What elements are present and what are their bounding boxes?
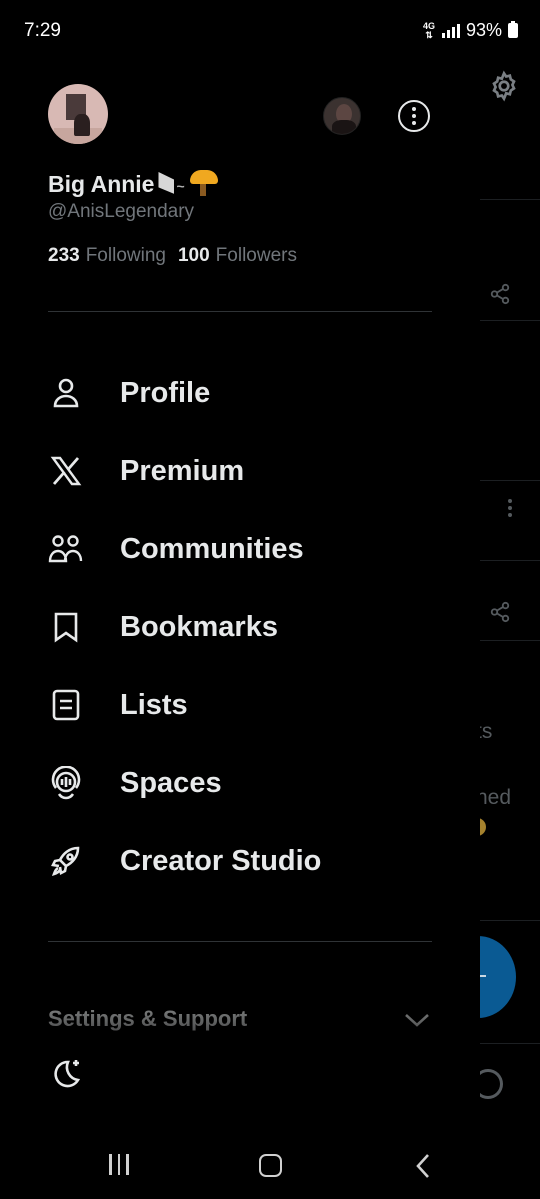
share-icon[interactable] [489, 283, 511, 305]
menu-item-creator-studio[interactable]: Creator Studio [48, 822, 468, 900]
timeline-divider [480, 1043, 540, 1044]
menu-item-label: Lists [120, 688, 188, 721]
data-arrows-icon: ⇅ [425, 29, 433, 40]
menu-item-premium[interactable]: Premium [48, 432, 468, 510]
more-vertical-icon[interactable] [507, 498, 513, 518]
status-time: 7:29 [24, 20, 61, 41]
divider [48, 311, 432, 312]
person-icon [48, 375, 84, 411]
menu-item-profile[interactable]: Profile [48, 354, 468, 432]
communities-icon [48, 531, 84, 567]
avatar[interactable] [48, 84, 108, 144]
battery-icon [508, 21, 518, 38]
menu-item-label: Communities [120, 532, 304, 565]
menu-item-bookmarks[interactable]: Bookmarks [48, 588, 468, 666]
status-indicators: 4G ⇅ 93% [422, 20, 518, 41]
settings-support-label: Settings & Support [48, 1006, 248, 1031]
list-icon [48, 687, 84, 723]
rocket-icon [48, 843, 84, 879]
handle[interactable]: @AnisLegendary [48, 201, 194, 223]
menu-item-label: Spaces [120, 766, 222, 799]
back-icon[interactable] [414, 1152, 432, 1180]
x-logo-icon [48, 453, 84, 489]
status-bar: 7:29 4G ⇅ 93% [0, 0, 540, 62]
timeline-divider [480, 920, 540, 921]
timeline-divider [480, 480, 540, 481]
menu-item-spaces[interactable]: Spaces [48, 744, 468, 822]
spaces-icon [48, 765, 84, 801]
menu-item-communities[interactable]: Communities [48, 510, 468, 588]
battery-percent: 93% [465, 20, 502, 40]
background-text: ned [476, 786, 512, 809]
followers-label[interactable]: Followers [216, 245, 297, 267]
following-count[interactable]: 233 [48, 245, 80, 267]
divider [48, 941, 432, 942]
timeline-divider [480, 199, 540, 200]
switch-account-avatar[interactable] [323, 97, 361, 135]
following-label[interactable]: Following [86, 245, 166, 267]
more-options-icon[interactable] [398, 100, 430, 132]
menu-item-label: Profile [120, 376, 211, 409]
bookmark-icon [48, 609, 84, 645]
name-emoji-icon: ~ [158, 170, 220, 198]
moon-icon[interactable] [48, 1056, 84, 1092]
timeline-divider [480, 560, 540, 561]
followers-count[interactable]: 100 [178, 245, 210, 267]
menu-item-lists[interactable]: Lists [48, 666, 468, 744]
display-name[interactable]: Big Annie ~ [48, 170, 220, 198]
background-text: ts [476, 720, 493, 743]
follow-stats: 233 Following 100 Followers [48, 245, 303, 267]
navigation-drawer: Big Annie ~ @AnisLegendary 233 Following… [0, 62, 480, 1130]
chevron-down-icon [405, 1014, 429, 1027]
drawer-menu: Profile Premium Communities Bookmarks Li… [48, 354, 468, 900]
timeline-divider [480, 640, 540, 641]
menu-item-label: Bookmarks [120, 610, 278, 643]
network-indicator: 4G ⇅ [422, 21, 436, 40]
home-button[interactable] [259, 1154, 282, 1177]
menu-item-label: Creator Studio [120, 844, 322, 877]
display-name-text: Big Annie [48, 170, 155, 197]
system-navigation-bar [0, 1130, 540, 1199]
settings-support-toggle[interactable]: Settings & Support [48, 1006, 432, 1042]
timeline-divider [480, 320, 540, 321]
menu-item-label: Premium [120, 454, 245, 487]
gear-icon[interactable] [488, 70, 520, 102]
recent-apps-button[interactable] [109, 1154, 129, 1175]
signal-icon [441, 23, 460, 38]
share-icon[interactable] [489, 601, 511, 623]
